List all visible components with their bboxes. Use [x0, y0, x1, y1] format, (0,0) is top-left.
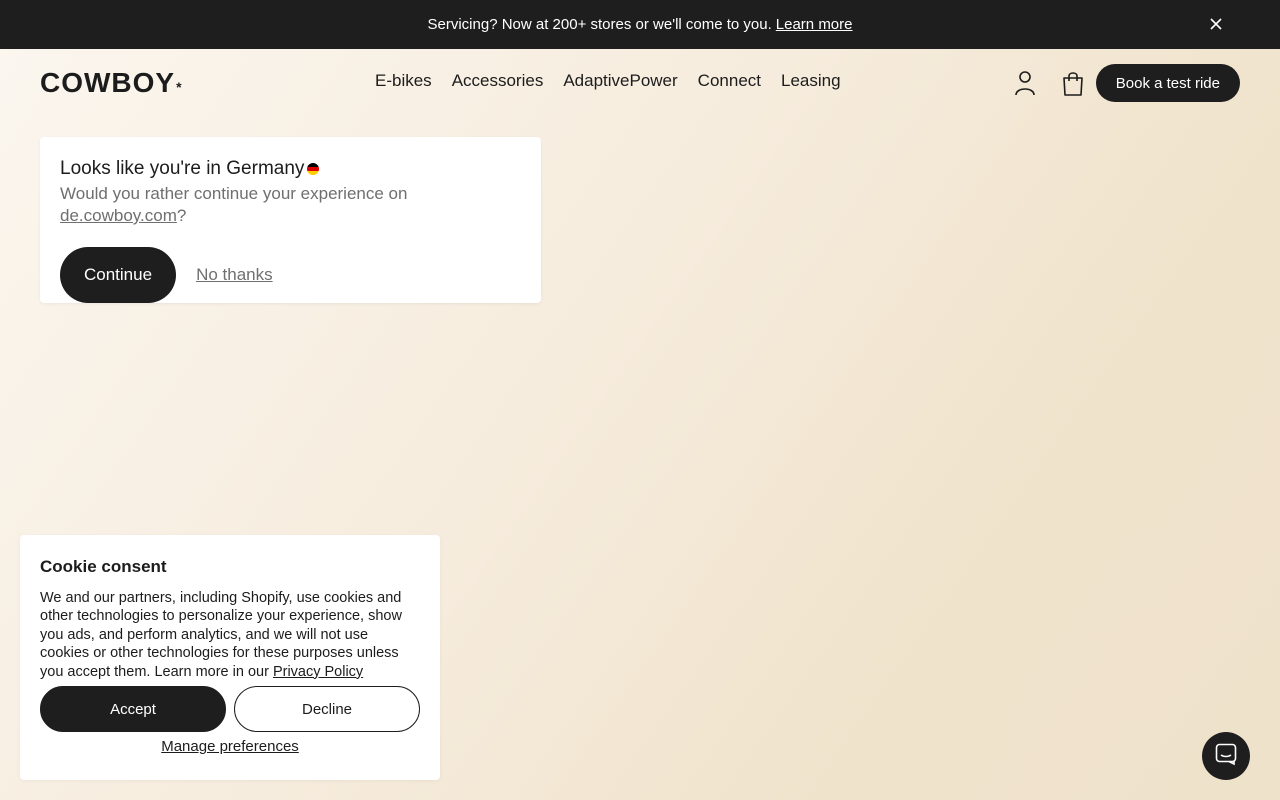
- cookie-title: Cookie consent: [40, 557, 167, 576]
- germany-flag-icon: [307, 163, 320, 175]
- main-nav: E-bikes Accessories AdaptivePower Connec…: [375, 71, 841, 91]
- chat-launcher-button[interactable]: [1202, 732, 1250, 780]
- nav-item-leasing[interactable]: Leasing: [781, 71, 841, 91]
- site-header: COWBOY* E-bikes Accessories AdaptivePowe…: [0, 49, 1280, 117]
- continue-button[interactable]: Continue: [60, 247, 177, 303]
- manage-preferences-link[interactable]: Manage preferences: [40, 738, 420, 755]
- book-test-ride-button[interactable]: Book a test ride: [1095, 64, 1240, 102]
- close-icon[interactable]: [1208, 16, 1224, 32]
- nav-item-accessories[interactable]: Accessories: [452, 71, 544, 91]
- cookie-consent-banner: Cookie consent We and our partners, incl…: [20, 535, 440, 780]
- decline-button[interactable]: Decline: [234, 686, 420, 733]
- cookie-buttons: Accept Decline: [40, 686, 420, 733]
- user-icon[interactable]: [1013, 70, 1037, 101]
- announcement-learn-more-link[interactable]: Learn more: [776, 16, 853, 33]
- no-thanks-link[interactable]: No thanks: [196, 265, 273, 285]
- nav-item-adaptivepower[interactable]: AdaptivePower: [563, 71, 677, 91]
- cookie-body: We and our partners, including Shopify, …: [40, 589, 420, 681]
- geo-domain-link[interactable]: de.cowboy.com: [60, 206, 177, 225]
- nav-item-connect[interactable]: Connect: [698, 71, 761, 91]
- geo-subtitle: Would you rather continue your experienc…: [60, 183, 521, 227]
- cowboy-logo[interactable]: COWBOY*: [40, 67, 183, 99]
- announcement-bar: Servicing? Now at 200+ stores or we'll c…: [0, 0, 1280, 49]
- geo-actions: Continue No thanks: [60, 247, 521, 303]
- geo-redirect-popup: Looks like you're in Germany Would you r…: [40, 137, 541, 303]
- geo-title-prefix: Looks like you're in: [60, 158, 221, 179]
- logo-mark: *: [176, 79, 183, 95]
- geo-title: Looks like you're in Germany: [60, 157, 521, 181]
- privacy-policy-link[interactable]: Privacy Policy: [273, 664, 363, 680]
- geo-subtitle-prefix: Would you rather continue your experienc…: [60, 184, 408, 203]
- logo-text: COWBOY: [40, 67, 176, 98]
- accept-button[interactable]: Accept: [40, 686, 226, 733]
- geo-subtitle-suffix: ?: [176, 206, 187, 225]
- shopping-bag-icon[interactable]: [1061, 70, 1085, 101]
- announcement-text: Servicing? Now at 200+ stores or we'll c…: [427, 16, 772, 33]
- chat-icon: [1214, 742, 1238, 771]
- geo-country: Germany: [226, 158, 305, 179]
- nav-item-e-bikes[interactable]: E-bikes: [375, 71, 432, 91]
